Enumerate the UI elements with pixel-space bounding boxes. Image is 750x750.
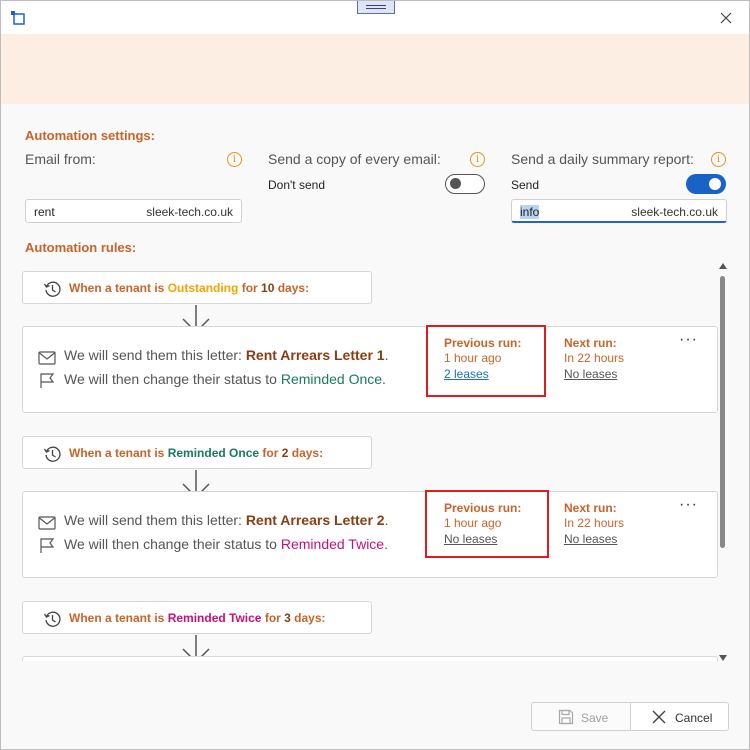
automation-settings-title: Automation settings: xyxy=(25,128,155,143)
email-from-field[interactable]: rent sleek-tech.co.uk xyxy=(25,199,242,223)
save-label: Save xyxy=(581,711,609,725)
email-from-label: Email from: xyxy=(25,151,96,167)
scroll-up-icon[interactable] xyxy=(719,263,727,269)
letter-name: Rent Arrears Letter 2 xyxy=(245,512,385,528)
trigger-status: Reminded Once xyxy=(167,446,260,460)
daily-summary-toggle[interactable] xyxy=(686,174,726,194)
scroll-down-icon[interactable] xyxy=(719,655,727,661)
flag-icon xyxy=(40,373,55,388)
clock-history-icon xyxy=(43,611,61,627)
automation-dialog: Automation settings: Email from: i rent … xyxy=(0,0,750,750)
summary-email-field[interactable]: info sleek-tech.co.uk xyxy=(511,199,727,223)
rule-trigger-text: When a tenant is Outstanding for 10 days… xyxy=(69,281,310,295)
title-bar xyxy=(1,1,749,34)
next-run-leases-link[interactable]: No leases xyxy=(564,532,617,546)
cancel-button[interactable]: Cancel xyxy=(630,702,729,731)
rule-card xyxy=(22,656,718,661)
rule-letter-line: We will send them this letter: Rent Arre… xyxy=(64,512,389,528)
rule-card: We will send them this letter: Rent Arre… xyxy=(22,326,718,413)
cancel-icon xyxy=(652,710,666,724)
new-status: Reminded Twice xyxy=(280,536,385,552)
next-run-label: Next run: xyxy=(564,501,617,515)
next-run-time: In 22 hours xyxy=(564,351,625,365)
rule-trigger[interactable]: When a tenant is Reminded Twice for 3 da… xyxy=(22,601,372,634)
info-icon[interactable]: i xyxy=(711,152,726,167)
rules-list: When a tenant is Outstanding for 10 days… xyxy=(1,263,731,661)
save-icon xyxy=(558,709,574,725)
rule-card: We will send them this letter: Rent Arre… xyxy=(22,491,718,578)
drag-handle[interactable] xyxy=(357,1,395,14)
highlight-box xyxy=(425,490,549,558)
summary-email-domain: sleek-tech.co.uk xyxy=(631,205,718,219)
next-run-leases-link[interactable]: No leases xyxy=(564,367,617,381)
trigger-days: 10 xyxy=(261,281,275,295)
daily-summary-state: Send xyxy=(511,178,540,192)
new-status: Reminded Once xyxy=(280,371,383,387)
automation-rules-title: Automation rules: xyxy=(25,240,137,255)
rule-trigger[interactable]: When a tenant is Outstanding for 10 days… xyxy=(22,271,372,304)
summary-email-value: info xyxy=(520,205,540,219)
rule-status-line: We will then change their status to Remi… xyxy=(64,536,388,552)
clock-history-icon xyxy=(43,446,61,462)
send-copy-label: Send a copy of every email: xyxy=(268,151,441,167)
send-copy-toggle[interactable] xyxy=(445,174,485,194)
next-run-label: Next run: xyxy=(564,336,617,350)
save-button[interactable]: Save xyxy=(531,702,631,731)
cancel-label: Cancel xyxy=(675,711,713,725)
rule-trigger-text: When a tenant is Reminded Twice for 3 da… xyxy=(69,611,326,625)
highlight-box xyxy=(426,325,546,397)
trigger-days: 3 xyxy=(284,611,291,625)
more-icon[interactable]: ··· xyxy=(679,496,698,514)
info-icon[interactable]: i xyxy=(470,152,485,167)
rule-trigger[interactable]: When a tenant is Reminded Once for 2 day… xyxy=(22,436,372,469)
more-icon[interactable]: ··· xyxy=(679,331,698,349)
rule-status-line: We will then change their status to Remi… xyxy=(64,371,386,387)
close-icon[interactable] xyxy=(717,9,735,27)
app-icon xyxy=(11,11,25,25)
trigger-status: Reminded Twice xyxy=(167,611,262,625)
flag-icon xyxy=(40,538,55,553)
scrollbar-thumb[interactable] xyxy=(720,276,725,548)
info-icon[interactable]: i xyxy=(227,152,242,167)
email-from-value: rent xyxy=(34,205,55,219)
letter-name: Rent Arrears Letter 1 xyxy=(245,347,385,363)
mail-icon xyxy=(38,516,56,530)
mail-icon xyxy=(38,351,56,365)
next-run-time: In 22 hours xyxy=(564,516,625,530)
rules-scrollbar[interactable] xyxy=(718,263,728,661)
rule-trigger-text: When a tenant is Reminded Once for 2 day… xyxy=(69,446,324,460)
rule-letter-line: We will send them this letter: Rent Arre… xyxy=(64,347,389,363)
daily-summary-label: Send a daily summary report: xyxy=(511,151,694,167)
send-copy-state: Don't send xyxy=(268,178,325,192)
header-banner xyxy=(1,34,749,104)
email-from-domain: sleek-tech.co.uk xyxy=(146,205,233,219)
clock-history-icon xyxy=(43,281,61,297)
trigger-status: Outstanding xyxy=(167,281,239,295)
